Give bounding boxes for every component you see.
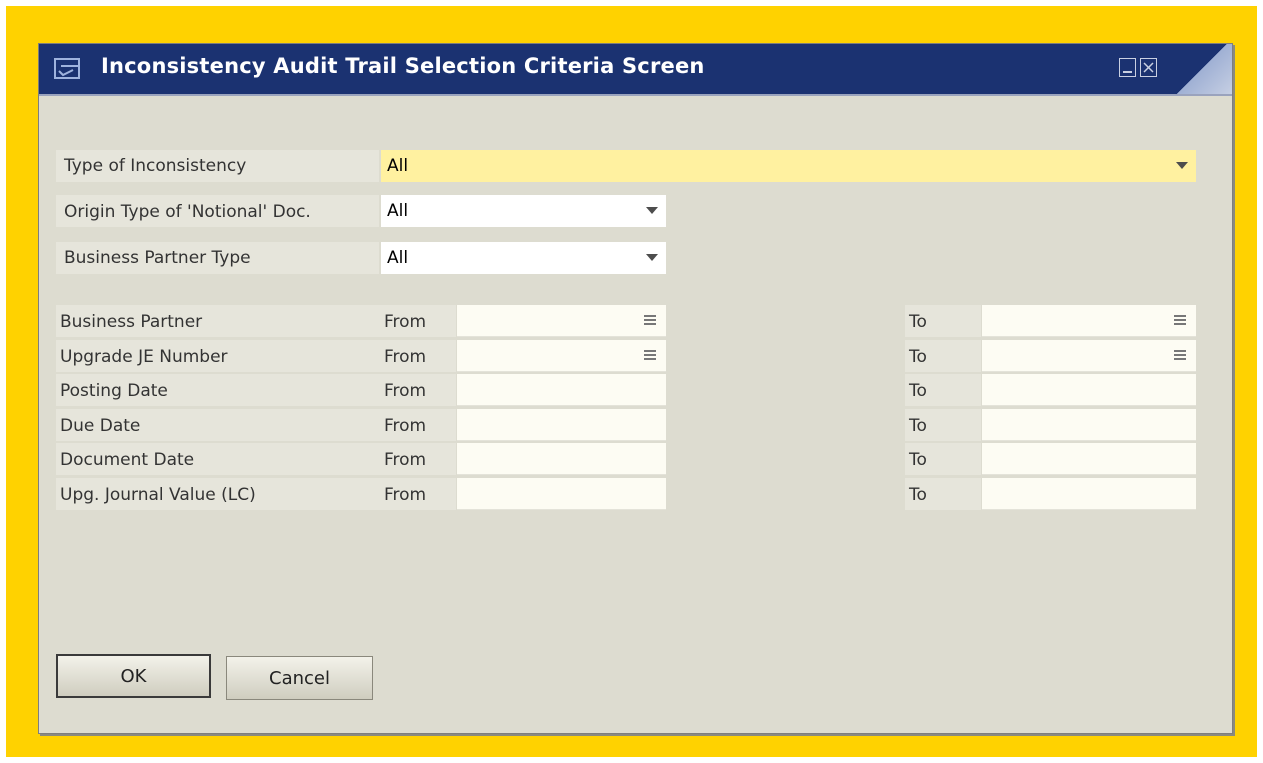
range-to-field[interactable] (982, 305, 1196, 337)
from-label: From (384, 416, 427, 436)
dropdown-value: All (387, 248, 409, 268)
window-title: Inconsistency Audit Trail Selection Crit… (101, 54, 705, 78)
dialog-window: Inconsistency Audit Trail Selection Crit… (38, 43, 1233, 734)
list-icon[interactable] (1174, 350, 1186, 360)
range-to-field[interactable] (982, 374, 1196, 406)
minimize-icon[interactable] (1119, 58, 1136, 77)
range-label: Posting Date (60, 381, 168, 401)
title-bar[interactable]: Inconsistency Audit Trail Selection Crit… (39, 44, 1232, 96)
list-icon[interactable] (644, 315, 656, 325)
range-label: Upgrade JE Number (60, 347, 228, 367)
to-label: To (909, 312, 927, 332)
type-of-inconsistency-label: Type of Inconsistency (64, 156, 247, 176)
origin-type-label: Origin Type of 'Notional' Doc. (64, 202, 311, 222)
range-label: Due Date (60, 416, 141, 436)
from-label: From (384, 485, 427, 505)
range-from-field[interactable] (457, 340, 666, 372)
range-from-field[interactable] (457, 374, 666, 406)
range-to-field[interactable] (982, 478, 1196, 510)
range-to-field[interactable] (982, 443, 1196, 475)
type-of-inconsistency-dropdown[interactable]: All (381, 150, 1196, 182)
from-label: From (384, 312, 427, 332)
business-partner-type-label: Business Partner Type (64, 248, 251, 268)
to-label: To (909, 485, 927, 505)
form-icon (54, 58, 80, 79)
list-icon[interactable] (644, 350, 656, 360)
range-to-field[interactable] (982, 409, 1196, 441)
range-label: Document Date (60, 450, 195, 470)
dropdown-value: All (387, 156, 409, 176)
cancel-button-label: Cancel (269, 668, 330, 689)
range-label: Business Partner (60, 312, 203, 332)
to-label: To (909, 381, 927, 401)
dropdown-value: All (387, 201, 409, 221)
to-label: To (909, 347, 927, 367)
title-bar-corner (1172, 44, 1232, 94)
from-label: From (384, 450, 427, 470)
list-icon[interactable] (1174, 315, 1186, 325)
chevron-down-icon[interactable] (646, 207, 658, 214)
range-from-field[interactable] (457, 478, 666, 510)
ok-button-label: OK (120, 666, 147, 687)
ok-button[interactable]: OK (56, 654, 211, 698)
from-label: From (384, 347, 427, 367)
to-label: To (909, 416, 927, 436)
chevron-down-icon[interactable] (1176, 162, 1188, 169)
close-icon[interactable] (1140, 58, 1157, 77)
range-to-field[interactable] (982, 340, 1196, 372)
origin-type-dropdown[interactable]: All (381, 195, 666, 227)
range-from-field[interactable] (457, 443, 666, 475)
chevron-down-icon[interactable] (646, 254, 658, 261)
range-from-field[interactable] (457, 409, 666, 441)
from-label: From (384, 381, 427, 401)
range-from-field[interactable] (457, 305, 666, 337)
business-partner-type-dropdown[interactable]: All (381, 242, 666, 274)
range-label: Upg. Journal Value (LC) (60, 485, 256, 505)
to-label: To (909, 450, 927, 470)
cancel-button[interactable]: Cancel (226, 656, 373, 700)
